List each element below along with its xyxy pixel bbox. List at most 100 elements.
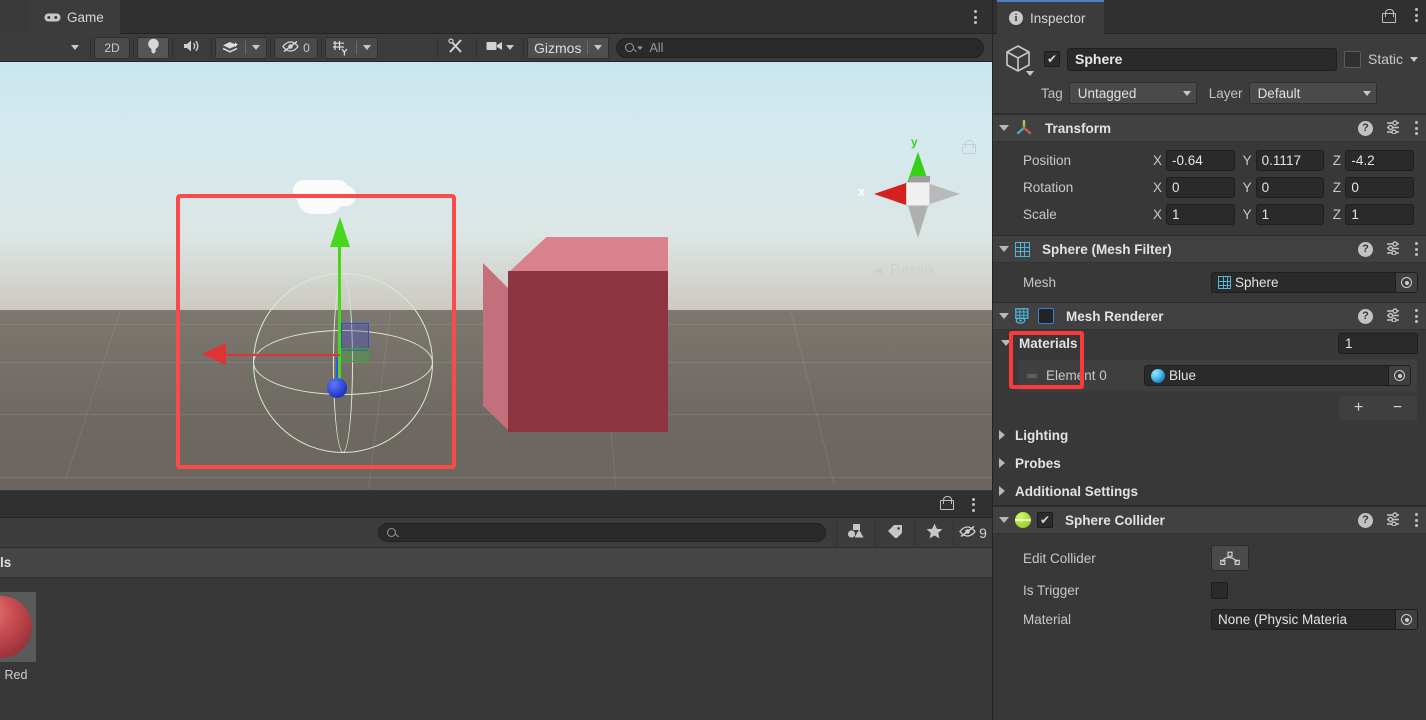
preset-icon[interactable] [1386,240,1402,258]
help-icon[interactable]: ? [1358,308,1373,324]
preset-icon[interactable] [1386,511,1402,529]
scale-y-input[interactable]: 1 [1255,204,1325,225]
foldout-collapsed-icon[interactable] [999,430,1005,440]
toggle-2d-button[interactable]: 2D [94,36,130,59]
materials-count-input[interactable]: 1 [1338,332,1418,354]
gameobject-enabled-checkbox[interactable]: ✔ [1044,51,1060,67]
scene-lighting-toggle[interactable] [137,36,169,59]
add-material-button[interactable]: + [1339,396,1378,420]
collider-material-picker[interactable] [1395,610,1417,629]
axis-gizmo-x-cone[interactable] [874,183,906,205]
viewport-lock-icon[interactable] [962,140,976,156]
mesh-object-picker[interactable] [1395,273,1417,292]
axis-gizmo-center-cube[interactable] [906,182,930,206]
hidden-objects-toggle[interactable]: 0 [274,36,318,59]
is-trigger-checkbox[interactable] [1211,581,1228,599]
project-kebab-menu[interactable] [966,496,980,513]
component-kebab-menu[interactable] [1415,309,1418,323]
sphere-collider-enabled-checkbox[interactable]: ✔ [1037,512,1053,528]
component-sphere-collider-header[interactable]: ✔ Sphere Collider ? [993,507,1426,534]
drag-handle-icon[interactable]: ═ [1024,368,1040,383]
edit-collider-button[interactable] [1211,545,1249,571]
scene-audio-toggle[interactable] [176,36,208,59]
layer-dropdown[interactable]: Default [1248,82,1377,104]
tag-dropdown[interactable]: Untagged [1068,82,1197,104]
lighting-foldout[interactable]: Lighting [993,421,1426,449]
scene-tools-button[interactable] [441,36,473,59]
position-z-input[interactable]: -4.2 [1345,150,1415,171]
additional-settings-foldout[interactable]: Additional Settings [993,477,1426,505]
foldout-expanded-icon[interactable] [999,246,1009,252]
cube-icon[interactable] [1001,42,1035,76]
foldout-expanded-icon[interactable] [999,125,1009,131]
project-lock-icon[interactable] [940,496,954,512]
help-icon[interactable]: ? [1358,120,1373,136]
axis-gizmo-neg-y-cone[interactable] [908,206,928,238]
mesh-renderer-enabled-checkbox[interactable] [1038,308,1054,324]
scene-search-input[interactable]: All [616,37,984,58]
foldout-expanded-icon[interactable] [1001,340,1011,346]
draw-mode-dropdown[interactable] [63,36,87,59]
rotation-y-input[interactable]: 0 [1255,177,1325,198]
scene-effects-group[interactable] [215,36,267,59]
mesh-object-field[interactable]: Sphere [1211,272,1418,293]
rotation-x-input[interactable]: 0 [1166,177,1235,198]
tab-scene[interactable] [0,0,30,34]
tab-inspector[interactable]: i Inspector [997,0,1104,34]
foldout-collapsed-icon[interactable] [999,486,1005,496]
chevron-down-icon[interactable] [1026,71,1034,76]
position-x-input[interactable]: -0.64 [1166,150,1235,171]
rotation-z-input[interactable]: 0 [1345,177,1415,198]
inspector-kebab-menu[interactable] [1415,8,1418,22]
position-y-input[interactable]: 0.1117 [1255,150,1325,171]
tab-game[interactable]: Game [30,0,120,34]
gizmos-group[interactable]: Gizmos [527,36,610,59]
grid-snap-group[interactable] [325,36,378,59]
project-filter-by-type-button[interactable] [836,518,875,547]
effects-dropdown[interactable] [246,38,266,58]
scale-x-input[interactable]: 1 [1166,204,1235,225]
gameobject-name-input[interactable]: Sphere [1067,47,1337,71]
foldout-expanded-icon[interactable] [999,517,1009,523]
probes-foldout[interactable]: Probes [993,449,1426,477]
static-checkbox[interactable] [1343,50,1361,68]
static-dropdown-caret-icon[interactable] [1410,56,1418,62]
inspector-lock-button[interactable] [1382,9,1396,23]
projection-mode-label[interactable]: ◄ Persp [872,262,933,280]
project-search-input[interactable] [378,523,826,542]
scale-z-input[interactable]: 1 [1345,204,1415,225]
asset-item[interactable]: Red [0,592,36,682]
collider-material-object-field[interactable]: None (Physic Materia [1211,609,1418,630]
materials-foldout-header[interactable]: Materials 1 [993,330,1426,356]
component-transform-header[interactable]: Transform ? [993,115,1426,142]
material-object-field[interactable]: Blue [1144,365,1411,386]
component-kebab-menu[interactable] [1415,513,1418,527]
scene-camera-dropdown[interactable] [480,36,520,59]
game-viewport[interactable]: y x ◄ Persp [0,62,992,490]
grid-snap-dropdown[interactable] [357,38,377,58]
scene-axis-gizmo[interactable]: y x [858,128,978,248]
game-view-kebab-menu[interactable] [968,6,982,28]
axis-gizmo-z-cone[interactable] [930,184,960,204]
material-object-picker[interactable] [1388,366,1410,385]
project-hidden-count-button[interactable]: 9 [953,518,992,547]
project-breadcrumb[interactable]: ls [0,548,992,578]
grid-snap-icon[interactable] [326,38,356,58]
component-kebab-menu[interactable] [1415,242,1418,256]
component-mesh-renderer-header[interactable]: Mesh Renderer ? [993,303,1426,330]
component-mesh-filter-header[interactable]: Sphere (Mesh Filter) ? [993,236,1426,263]
preset-icon[interactable] [1386,307,1402,325]
cube-object[interactable] [483,237,668,433]
foldout-expanded-icon[interactable] [999,313,1009,319]
gizmos-dropdown[interactable] [588,38,608,58]
preset-icon[interactable] [1386,119,1402,137]
remove-material-button[interactable]: − [1378,396,1417,420]
component-kebab-menu[interactable] [1415,121,1418,135]
help-icon[interactable]: ? [1358,241,1373,257]
project-filter-by-label-button[interactable] [875,518,914,547]
project-favorites-button[interactable] [914,518,953,547]
effects-icon[interactable] [216,38,245,58]
help-icon[interactable]: ? [1358,512,1373,528]
foldout-collapsed-icon[interactable] [999,458,1005,468]
gizmos-toggle[interactable]: Gizmos [528,38,587,58]
